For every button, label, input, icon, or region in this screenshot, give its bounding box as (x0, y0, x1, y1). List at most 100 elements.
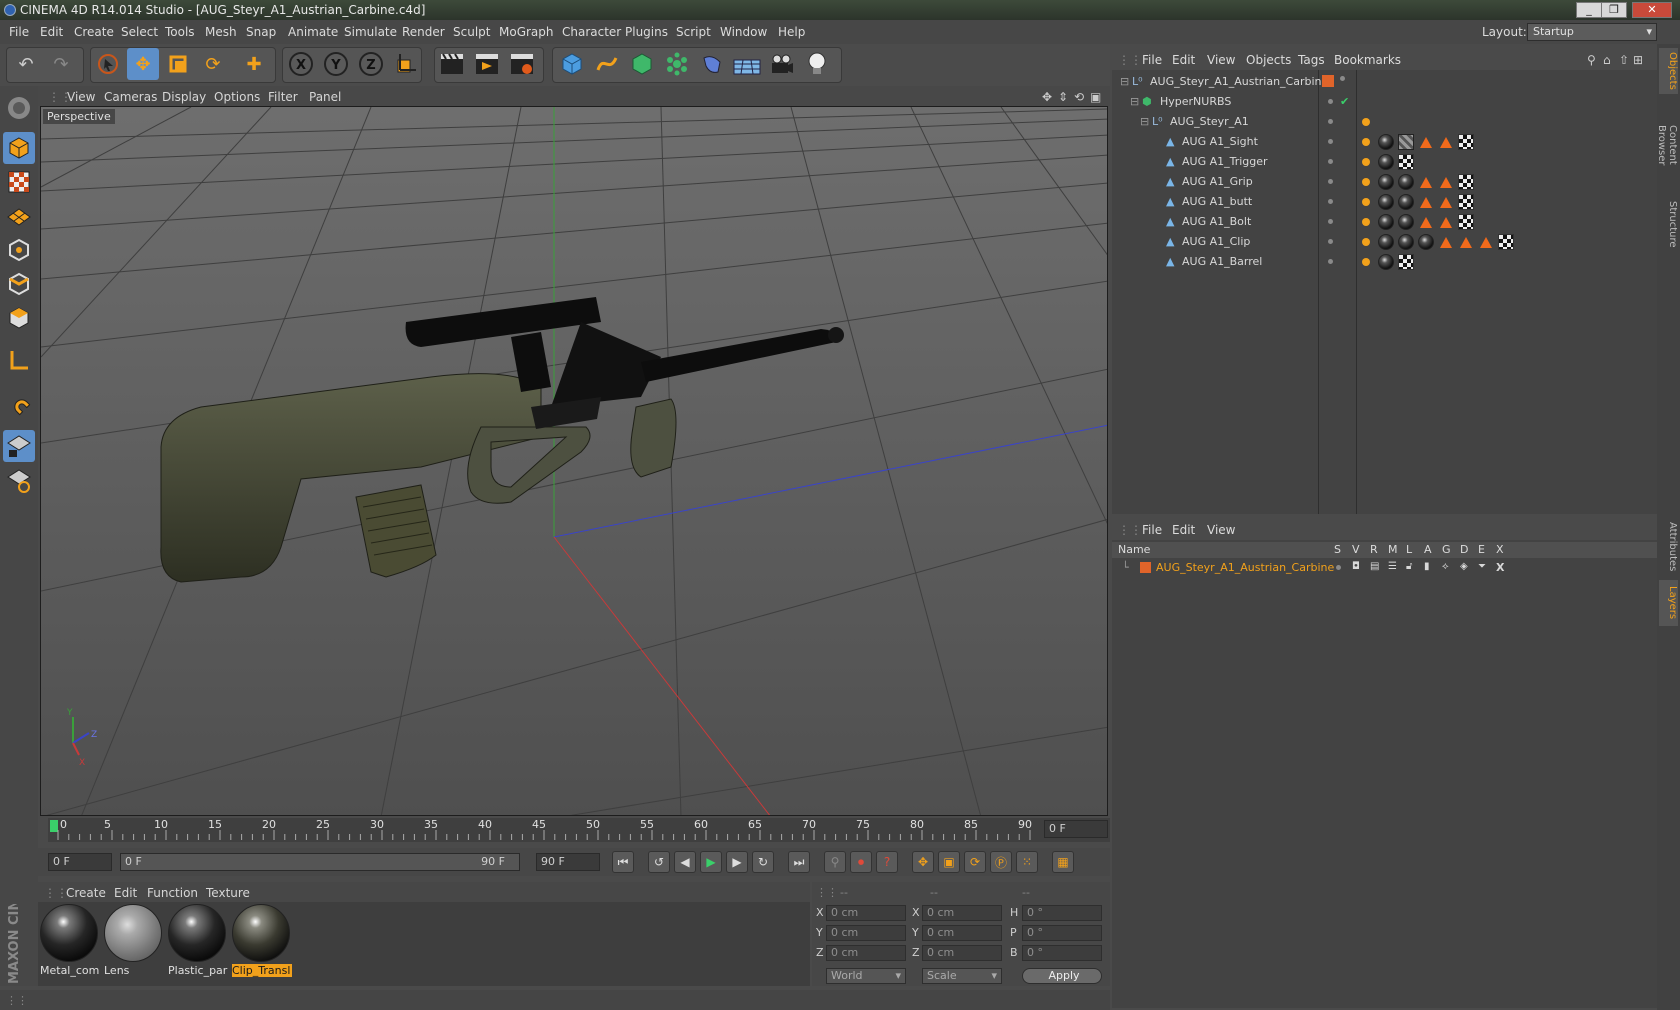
size-mode-dropdown[interactable]: Scale ▾ (922, 968, 1002, 984)
preview-range-slider[interactable]: 0 F 90 F (120, 853, 520, 871)
viewport-menu-panel[interactable]: Panel (309, 90, 341, 104)
selection-tag-icon[interactable] (1440, 197, 1452, 208)
position-z-field[interactable]: 0 cm (826, 945, 906, 961)
render-settings-icon[interactable] (506, 48, 538, 80)
menu-sculpt[interactable]: Sculpt (453, 25, 490, 39)
points-mode-icon[interactable] (3, 234, 35, 266)
editor-visibility-dot[interactable] (1340, 76, 1345, 81)
layer-color-icon[interactable] (1140, 562, 1151, 573)
column-manager[interactable]: M (1388, 543, 1398, 556)
menu-character[interactable]: Character (562, 25, 621, 39)
material-tag-icon[interactable] (1378, 154, 1394, 170)
previous-key-icon[interactable]: ↺ (648, 851, 670, 873)
restore-button[interactable]: ❐ (1601, 2, 1627, 18)
next-key-icon[interactable]: ↻ (752, 851, 774, 873)
layer-xref-icon[interactable]: X (1496, 561, 1504, 574)
y-axis-icon[interactable]: Y (320, 48, 352, 80)
object-row[interactable]: ▲ AUG A1_Trigger (1112, 152, 1657, 172)
render-picture-viewer-icon[interactable] (471, 48, 503, 80)
layer-color-icon[interactable] (1322, 75, 1334, 87)
tree-collapse-icon[interactable]: ⊟ (1120, 75, 1129, 88)
editor-visibility-dot[interactable] (1328, 219, 1333, 224)
material-tag-icon[interactable] (1378, 174, 1394, 190)
size-y-field[interactable]: 0 cm (922, 925, 1002, 941)
edges-mode-icon[interactable] (3, 268, 35, 300)
selection-tag-icon[interactable] (1440, 237, 1452, 248)
selection-tag-icon[interactable] (1440, 137, 1452, 148)
column-generators[interactable]: G (1442, 543, 1451, 556)
rotation-b-field[interactable]: 0 ° (1022, 945, 1102, 961)
undo-icon[interactable]: ↶ (10, 48, 42, 80)
selection-tag-icon[interactable] (1440, 177, 1452, 188)
record-active-icon[interactable]: ⚲ (824, 851, 846, 873)
menu-simulate[interactable]: Simulate (344, 25, 397, 39)
scheme-settings-icon[interactable]: ▦ (1052, 851, 1074, 873)
search-icon[interactable]: ⚲ (1587, 53, 1596, 67)
coordinate-mode-dropdown[interactable]: World ▾ (826, 968, 906, 984)
menu-file[interactable]: File (9, 25, 29, 39)
material-tag-icon[interactable] (1378, 234, 1394, 250)
key-position-icon[interactable]: ✥ (912, 851, 934, 873)
layer-solo-dot[interactable] (1336, 565, 1341, 570)
perspective-viewport[interactable]: Y Z X Perspective (40, 106, 1108, 816)
spline-icon[interactable] (591, 48, 623, 80)
viewport-menu-display[interactable]: Display (162, 90, 206, 104)
viewport-menu-cameras[interactable]: Cameras (104, 90, 157, 104)
object-row[interactable]: ⊟ L⁰ AUG_Steyr_A1 (1112, 112, 1657, 132)
phong-tag-icon[interactable] (1362, 238, 1370, 246)
tab-objects[interactable]: Objects (1659, 48, 1678, 94)
rotate-icon[interactable]: ⟳ (197, 48, 229, 80)
workplane-align-icon[interactable] (3, 464, 35, 496)
rotation-p-field[interactable]: 0 ° (1022, 925, 1102, 941)
go-to-start-icon[interactable]: ⏮ (612, 851, 634, 873)
selection-tag-icon[interactable] (1420, 197, 1432, 208)
menu-edit[interactable]: Edit (40, 25, 63, 39)
up-arrow-icon[interactable]: ⇧ (1619, 53, 1629, 67)
om-menu-tags[interactable]: Tags (1298, 53, 1325, 67)
column-visible[interactable]: V (1352, 543, 1360, 556)
tree-collapse-icon[interactable]: ⊟ (1130, 95, 1139, 108)
object-row[interactable]: ⊟ ⬢ HyperNURBS ✔ (1112, 92, 1657, 112)
phong-tag-icon[interactable] (1362, 118, 1370, 126)
om-menu-edit[interactable]: Edit (1172, 53, 1195, 67)
phong-tag-icon[interactable] (1362, 178, 1370, 186)
redo-icon[interactable]: ↷ (45, 48, 77, 80)
phong-tag-icon[interactable] (1362, 138, 1370, 146)
material-menu-create[interactable]: Create (66, 886, 106, 900)
current-frame-field[interactable]: 0 F (1044, 820, 1108, 838)
column-solo[interactable]: S (1334, 543, 1341, 556)
viewport-maximize-icon[interactable]: ▣ (1090, 90, 1101, 104)
menu-select[interactable]: Select (121, 25, 158, 39)
x-axis-icon[interactable]: X (285, 48, 317, 80)
z-axis-icon[interactable]: Z (355, 48, 387, 80)
material-tag-icon[interactable] (1398, 234, 1414, 250)
material-swatch[interactable]: Lens (104, 904, 164, 978)
layer-manager-icon[interactable]: ☰ (1388, 561, 1397, 572)
material-menu-function[interactable]: Function (147, 886, 198, 900)
layer-visible-icon[interactable]: ◘ (1352, 561, 1360, 572)
column-expressions[interactable]: E (1478, 543, 1485, 556)
phong-tag-icon[interactable] (1362, 258, 1370, 266)
material-tag-icon[interactable] (1378, 214, 1394, 230)
layer-animation-icon[interactable]: ▮ (1424, 561, 1430, 572)
editor-visibility-dot[interactable] (1328, 159, 1333, 164)
polygons-mode-icon[interactable] (3, 302, 35, 334)
key-parameter-icon[interactable]: Ⓟ (990, 851, 1012, 873)
end-frame-field[interactable]: 90 F (536, 853, 600, 871)
workplane-lock-icon[interactable] (3, 430, 35, 462)
object-row[interactable]: ▲ AUG A1_Clip (1112, 232, 1657, 252)
move-icon[interactable]: ✥ (127, 48, 159, 80)
lm-menu-view[interactable]: View (1207, 523, 1235, 537)
layer-row[interactable]: └ AUG_Steyr_A1_Austrian_Carbine ◘ ▤ ☰ 🔓︎… (1112, 558, 1657, 578)
make-editable-icon[interactable] (3, 92, 35, 124)
layer-render-icon[interactable]: ▤ (1370, 561, 1379, 572)
selection-tag-icon[interactable] (1480, 237, 1492, 248)
go-to-end-icon[interactable]: ⏭ (788, 851, 810, 873)
start-frame-field[interactable]: 0 F (48, 853, 112, 871)
object-row[interactable]: ▲ AUG A1_butt (1112, 192, 1657, 212)
size-x-field[interactable]: 0 cm (922, 905, 1002, 921)
mograph-cloner-icon[interactable] (661, 48, 693, 80)
add-tool-icon[interactable]: ✚ (238, 48, 270, 80)
layer-deformers-icon[interactable]: ◈ (1460, 561, 1468, 572)
tab-content-browser[interactable]: Content Browser (1656, 100, 1678, 190)
